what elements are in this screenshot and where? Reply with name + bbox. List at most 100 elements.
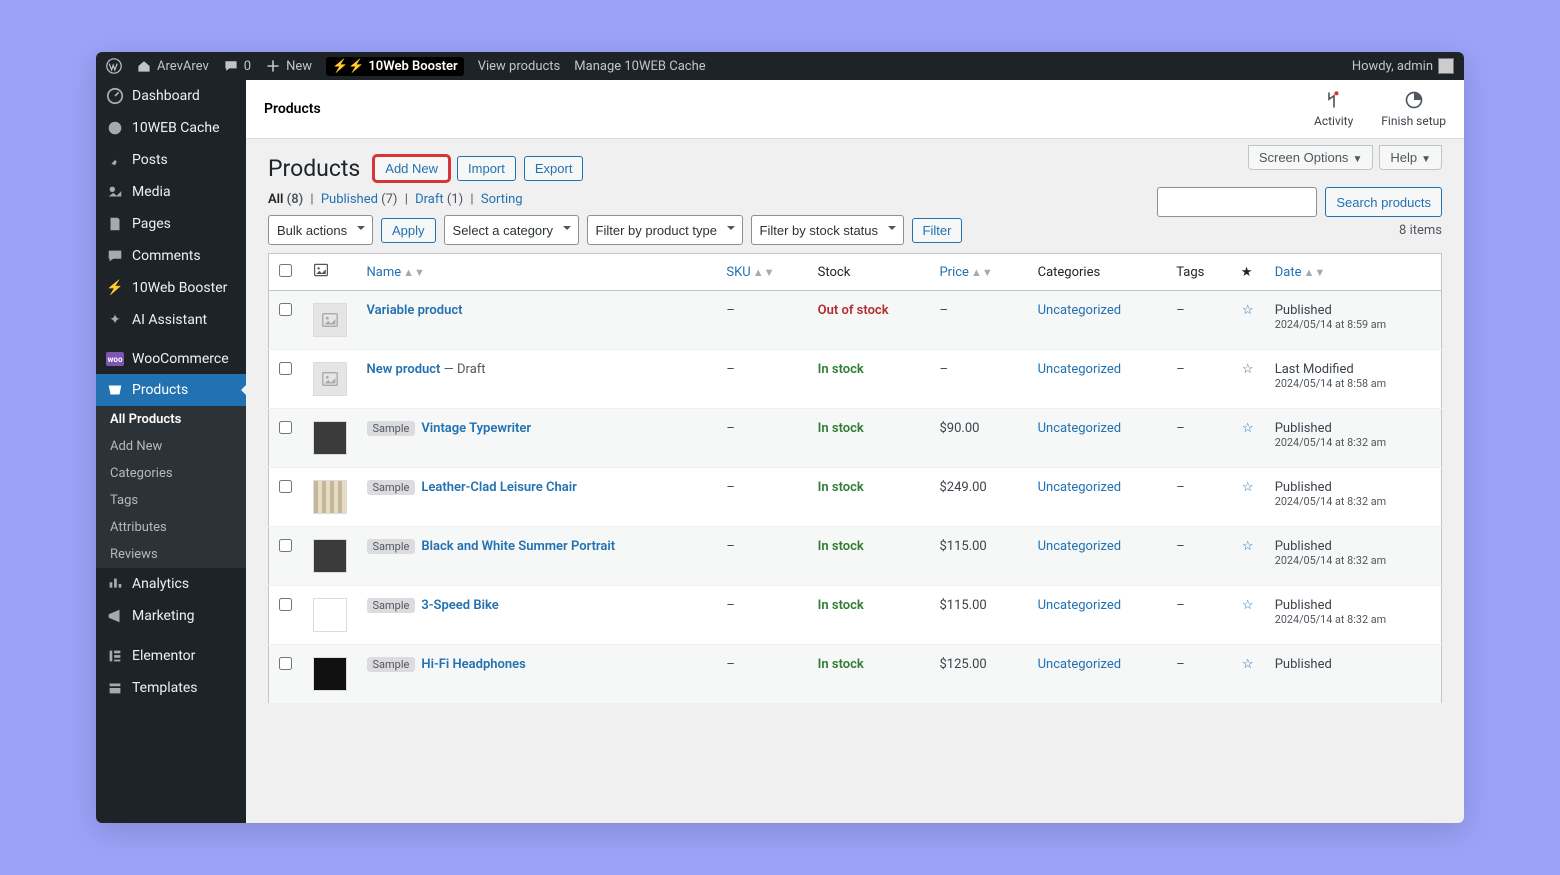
search-input[interactable] [1157, 187, 1317, 217]
category-link[interactable]: Uncategorized [1038, 480, 1121, 495]
sample-badge: Sample [367, 539, 416, 554]
wp-logo[interactable] [106, 58, 122, 74]
product-thumbnail[interactable] [313, 303, 347, 337]
activity-button[interactable]: Activity [1314, 90, 1353, 128]
view-products-link[interactable]: View products [478, 59, 561, 74]
subnav-all-products[interactable]: All Products [96, 406, 246, 433]
site-home[interactable]: ArevArev [136, 58, 209, 74]
sample-badge: Sample [367, 598, 416, 613]
featured-star[interactable]: ☆ [1242, 362, 1254, 377]
admin-bar: ArevArev 0 New ⚡⚡10Web Booster View prod… [96, 52, 1464, 80]
nav-10web-cache[interactable]: 10WEB Cache [96, 112, 246, 144]
row-checkbox[interactable] [279, 480, 292, 493]
nav-posts[interactable]: Posts [96, 144, 246, 176]
import-button[interactable]: Import [457, 156, 516, 181]
product-name-link[interactable]: Vintage Typewriter [421, 421, 531, 436]
nav-woocommerce[interactable]: wooWooCommerce [96, 344, 246, 374]
subnav-reviews[interactable]: Reviews [96, 541, 246, 568]
featured-star[interactable]: ☆ [1242, 539, 1254, 554]
manage-cache-link[interactable]: Manage 10WEB Cache [574, 59, 705, 74]
filter-sorting[interactable]: Sorting [481, 192, 523, 207]
subnav-categories[interactable]: Categories [96, 460, 246, 487]
product-thumbnail[interactable] [313, 421, 347, 455]
nav-ai-assistant[interactable]: ✦AI Assistant [96, 304, 246, 336]
filter-all[interactable]: All (8) [268, 192, 303, 207]
product-name-link[interactable]: Leather-Clad Leisure Chair [421, 480, 576, 495]
product-thumbnail[interactable] [313, 362, 347, 396]
nav-marketing[interactable]: Marketing [96, 600, 246, 632]
cell-price: $115.00 [929, 586, 1027, 645]
stock-status-filter[interactable]: Filter by stock status [751, 215, 904, 245]
featured-star[interactable]: ☆ [1242, 480, 1254, 495]
featured-star[interactable]: ☆ [1242, 303, 1254, 318]
category-link[interactable]: Uncategorized [1038, 598, 1121, 613]
col-sku[interactable]: SKU▲▼ [716, 254, 807, 291]
comments-count[interactable]: 0 [223, 58, 251, 74]
table-row: New product — Draft – In stock – Uncateg… [269, 350, 1442, 409]
category-link[interactable]: Uncategorized [1038, 362, 1121, 377]
row-checkbox[interactable] [279, 598, 292, 611]
finish-setup-button[interactable]: Finish setup [1381, 90, 1446, 128]
bulk-actions-select[interactable]: Bulk actions [268, 215, 373, 245]
filter-published[interactable]: Published (7) [321, 192, 398, 207]
select-all-checkbox[interactable] [279, 264, 292, 277]
row-checkbox[interactable] [279, 539, 292, 552]
subnav-tags[interactable]: Tags [96, 487, 246, 514]
category-filter[interactable]: Select a category [444, 215, 579, 245]
category-link[interactable]: Uncategorized [1038, 303, 1121, 318]
product-name-link[interactable]: Hi-Fi Headphones [421, 657, 525, 672]
nav-elementor[interactable]: Elementor [96, 640, 246, 672]
nav-media[interactable]: Media [96, 176, 246, 208]
featured-star[interactable]: ☆ [1242, 598, 1254, 613]
nav-analytics[interactable]: Analytics [96, 568, 246, 600]
nav-pages[interactable]: Pages [96, 208, 246, 240]
product-name-link[interactable]: Black and White Summer Portrait [421, 539, 615, 554]
col-price[interactable]: Price▲▼ [929, 254, 1027, 291]
howdy-user[interactable]: Howdy, admin [1352, 58, 1454, 74]
screen-options-button[interactable]: Screen Options▼ [1248, 145, 1374, 170]
subnav-add-new[interactable]: Add New [96, 433, 246, 460]
col-name[interactable]: Name▲▼ [357, 254, 717, 291]
apply-button[interactable]: Apply [381, 218, 436, 243]
filter-draft[interactable]: Draft (1) [415, 192, 463, 207]
product-thumbnail[interactable] [313, 480, 347, 514]
nav-comments[interactable]: Comments [96, 240, 246, 272]
nav-dashboard[interactable]: Dashboard [96, 80, 246, 112]
filter-button[interactable]: Filter [912, 218, 963, 243]
product-name-link[interactable]: Variable product [367, 303, 463, 318]
product-thumbnail[interactable] [313, 598, 347, 632]
subnav-attributes[interactable]: Attributes [96, 514, 246, 541]
export-button[interactable]: Export [524, 156, 584, 181]
product-name-link[interactable]: 3-Speed Bike [421, 598, 498, 613]
product-thumbnail[interactable] [313, 657, 347, 691]
featured-star[interactable]: ☆ [1242, 657, 1254, 672]
row-checkbox[interactable] [279, 657, 292, 670]
row-checkbox[interactable] [279, 421, 292, 434]
cell-date: Last Modified2024/05/14 at 8:58 am [1265, 350, 1442, 409]
nav-products[interactable]: Products [96, 374, 246, 406]
nav-10web-booster[interactable]: ⚡10Web Booster [96, 272, 246, 304]
category-link[interactable]: Uncategorized [1038, 421, 1121, 436]
cell-tags: – [1166, 645, 1230, 704]
col-date[interactable]: Date▲▼ [1265, 254, 1442, 291]
table-row: SampleBlack and White Summer Portrait – … [269, 527, 1442, 586]
row-checkbox[interactable] [279, 362, 292, 375]
search-products-button[interactable]: Search products [1325, 187, 1442, 217]
add-new-button[interactable]: Add New [374, 156, 449, 181]
booster-link[interactable]: ⚡⚡10Web Booster [326, 57, 464, 76]
cell-date: Published2024/05/14 at 8:59 am [1265, 291, 1442, 350]
featured-star[interactable]: ☆ [1242, 421, 1254, 436]
help-button[interactable]: Help▼ [1379, 145, 1442, 170]
product-name-link[interactable]: New product [367, 362, 441, 377]
cell-stock: In stock [818, 539, 864, 554]
product-thumbnail[interactable] [313, 539, 347, 573]
new-content[interactable]: New [265, 58, 312, 74]
nav-templates[interactable]: Templates [96, 672, 246, 704]
category-link[interactable]: Uncategorized [1038, 657, 1121, 672]
table-row: SampleHi-Fi Headphones – In stock $125.0… [269, 645, 1442, 704]
row-checkbox[interactable] [279, 303, 292, 316]
category-link[interactable]: Uncategorized [1038, 539, 1121, 554]
product-type-filter[interactable]: Filter by product type [587, 215, 743, 245]
cell-stock: In stock [818, 598, 864, 613]
cell-price: – [929, 350, 1027, 409]
